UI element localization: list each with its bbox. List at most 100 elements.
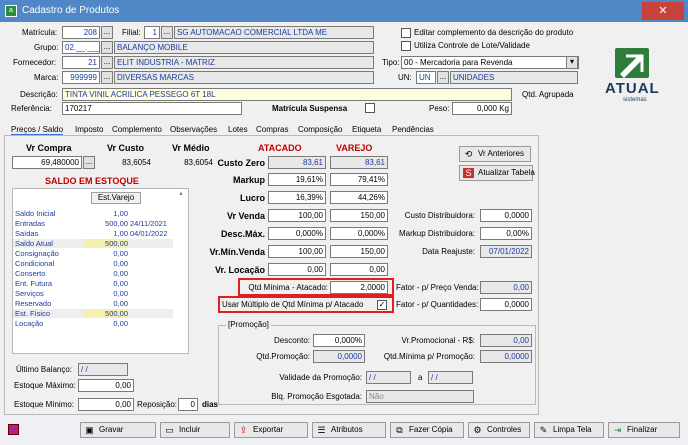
tipo-dropdown-icon[interactable]: ▾ bbox=[566, 56, 578, 69]
marca-input[interactable]: 999999 bbox=[62, 71, 100, 84]
filial-lookup-button[interactable]: ... bbox=[161, 26, 173, 39]
matricula-suspensa-checkbox[interactable] bbox=[365, 103, 375, 113]
un-lookup-button[interactable]: ... bbox=[437, 71, 449, 84]
matricula-input[interactable]: 208 bbox=[62, 26, 100, 39]
validade-promocao-label: Validade da Promoção: bbox=[279, 373, 362, 382]
markup-atacado-input[interactable]: 19,61% bbox=[268, 173, 326, 186]
marca-label: Marca: bbox=[34, 73, 59, 82]
lucro-atacado-input[interactable]: 16,39% bbox=[268, 191, 326, 204]
tab-composicao[interactable]: Composição bbox=[298, 125, 342, 134]
qtd-minima-atacado-input[interactable]: 2,0000 bbox=[330, 281, 388, 294]
close-button[interactable]: ✕ bbox=[642, 2, 684, 20]
tab-lotes[interactable]: Lotes bbox=[228, 125, 248, 134]
reposicao-input[interactable]: 0 bbox=[178, 398, 198, 411]
fornecedor-input[interactable]: 21 bbox=[62, 56, 100, 69]
fator-quantidades-input[interactable]: 0,0000 bbox=[480, 298, 532, 311]
logo-text: ATUAL bbox=[605, 80, 660, 97]
grupo-lookup-button[interactable]: ... bbox=[101, 41, 113, 54]
tab-complemento[interactable]: Complemento bbox=[112, 125, 162, 134]
qtd-promocao-label: Qtd.Promoção: bbox=[256, 352, 310, 361]
tab-pendencias[interactable]: Pendências bbox=[392, 125, 434, 134]
vr-anteriores-button[interactable]: ⟲ Vr Anteriores bbox=[459, 146, 531, 162]
qtd-minima-atacado-label: Qtd Mínima - Atacado: bbox=[248, 283, 328, 292]
usar-multiplo-label: Usar Múltiplo de Qtd Mínima p/ Atacado bbox=[222, 300, 364, 309]
exportar-button[interactable]: ⇪ Exportar bbox=[234, 422, 308, 438]
referencia-input[interactable]: 170217 bbox=[62, 102, 242, 115]
tipo-select[interactable]: 00 - Mercadoria para Revenda bbox=[401, 56, 579, 69]
editar-complemento-checkbox[interactable] bbox=[401, 28, 411, 38]
markup-label: Markup bbox=[232, 175, 265, 185]
grupo-input[interactable]: 02.__.___ bbox=[62, 41, 100, 54]
tab-imposto[interactable]: Imposto bbox=[75, 125, 103, 134]
vr-compra-input[interactable]: 69,480000 bbox=[12, 156, 82, 169]
desc-max-atacado-input[interactable]: 0,000% bbox=[268, 227, 326, 240]
lucro-varejo-input[interactable]: 44,26% bbox=[330, 191, 388, 204]
saldo-row: Entradas 500,00 24/11/2021 bbox=[15, 219, 167, 228]
vr-locacao-varejo-input[interactable]: 0,00 bbox=[330, 263, 388, 276]
desconto-input[interactable]: 0,000% bbox=[313, 334, 365, 347]
matricula-label: Matrícula: bbox=[22, 28, 58, 37]
controle-lote-checkbox[interactable] bbox=[401, 41, 411, 51]
tab-compras[interactable]: Compras bbox=[256, 125, 288, 134]
peso-label: Peso: bbox=[429, 104, 450, 113]
markup-varejo-input[interactable]: 79,41% bbox=[330, 173, 388, 186]
custo-zero-varejo: 83,61 bbox=[330, 156, 388, 169]
controles-button[interactable]: ⚙ Controles bbox=[468, 422, 530, 438]
qtd-promocao-value: 0,0000 bbox=[313, 350, 365, 363]
saldo-row: Est. Físico 500,00 bbox=[13, 309, 173, 318]
vr-venda-varejo-input[interactable]: 150,00 bbox=[330, 209, 388, 222]
custo-distribuidora-label: Custo Distribuidora: bbox=[404, 211, 475, 220]
filial-name: SG AUTOMACAO COMERCIAL LTDA ME bbox=[174, 26, 374, 39]
limpa-tela-button[interactable]: ✎ Limpa Tela bbox=[534, 422, 604, 438]
usar-multiplo-checkbox[interactable]: ✓ bbox=[377, 300, 387, 310]
tab-etiqueta[interactable]: Etiqueta bbox=[352, 125, 381, 134]
vr-min-venda-atacado-input[interactable]: 100,00 bbox=[268, 245, 326, 258]
markup-distribuidora-input[interactable]: 0,00% bbox=[480, 227, 532, 240]
vr-compra-lookup-button[interactable]: ... bbox=[83, 156, 95, 169]
window-title: Cadastro de Produtos bbox=[22, 5, 120, 16]
descricao-input[interactable]: TINTA VINIL ACRILICA PESSEGO 6T 18L bbox=[62, 88, 512, 101]
finalizar-button[interactable]: ⇥ Finalizar bbox=[608, 422, 680, 438]
saldo-row: Locação 0,00 bbox=[15, 319, 128, 328]
grupo-label: Grupo: bbox=[34, 43, 59, 52]
fazer-copia-button[interactable]: ⧉ Fazer Cópia bbox=[390, 422, 464, 438]
atualizar-tabela-label: Atualizar Tabela bbox=[478, 168, 535, 177]
blq-promocao-select[interactable]: Não bbox=[366, 390, 474, 403]
incluir-button[interactable]: ▭ Incluir bbox=[160, 422, 230, 438]
color-indicator-icon bbox=[8, 424, 19, 435]
matricula-lookup-button[interactable]: ... bbox=[101, 26, 113, 39]
exit-icon: ⇥ bbox=[613, 425, 622, 435]
estoque-maximo-input[interactable]: 0,00 bbox=[78, 379, 134, 392]
tab-observacoes[interactable]: Observações bbox=[170, 125, 217, 134]
custo-distribuidora-input[interactable]: 0,0000 bbox=[480, 209, 532, 222]
desc-max-varejo-input[interactable]: 0,000% bbox=[330, 227, 388, 240]
vr-venda-atacado-input[interactable]: 100,00 bbox=[268, 209, 326, 222]
fornecedor-lookup-button[interactable]: ... bbox=[101, 56, 113, 69]
dias-label: dias bbox=[202, 400, 219, 409]
limpa-tela-label: Limpa Tela bbox=[553, 425, 592, 434]
un-name: UNIDADES bbox=[450, 71, 578, 84]
custo-zero-atacado: 83,61 bbox=[268, 156, 326, 169]
marca-lookup-button[interactable]: ... bbox=[101, 71, 113, 84]
vr-promocional-label: Vr.Promocional - R$: bbox=[401, 336, 475, 345]
vr-min-venda-varejo-input[interactable]: 150,00 bbox=[330, 245, 388, 258]
attributes-icon: ☰ bbox=[317, 425, 326, 435]
controle-lote-label: Utiliza Controle de Lote/Validade bbox=[414, 41, 530, 50]
saldo-scrollbar[interactable]: ▲ bbox=[178, 191, 186, 351]
fazer-copia-label: Fazer Cópia bbox=[409, 425, 453, 434]
saldo-row: Ent. Futura 0,00 bbox=[15, 279, 128, 288]
filial-input[interactable]: 1 bbox=[144, 26, 160, 39]
vr-custo-label: Vr Custo bbox=[107, 143, 145, 153]
gravar-button[interactable]: ▣ Gravar bbox=[80, 422, 156, 438]
finalizar-label: Finalizar bbox=[627, 425, 658, 434]
controles-label: Controles bbox=[487, 425, 522, 434]
estoque-minimo-input[interactable]: 0,00 bbox=[78, 398, 134, 411]
vr-locacao-atacado-input[interactable]: 0,00 bbox=[268, 263, 326, 276]
atributos-button[interactable]: ☰ Atributos bbox=[312, 422, 386, 438]
un-input[interactable]: UN bbox=[416, 71, 436, 84]
saldo-row: Conserto 0,00 bbox=[15, 269, 128, 278]
saldo-row: Saídas 1,00 04/01/2022 bbox=[15, 229, 168, 238]
atualizar-tabela-button[interactable]: S Atualizar Tabela bbox=[459, 165, 535, 181]
peso-input[interactable]: 0,000 Kg bbox=[452, 102, 512, 115]
estoque-maximo-label: Estoque Máximo: bbox=[14, 381, 76, 390]
